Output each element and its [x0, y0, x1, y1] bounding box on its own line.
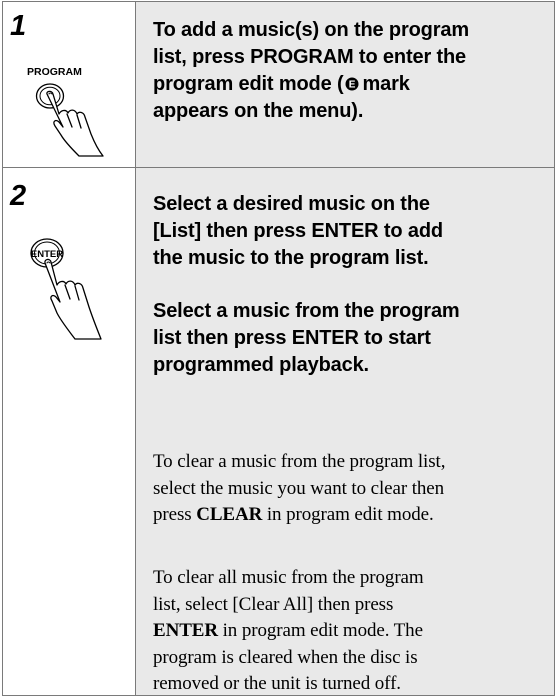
step-1-line-3b: mark — [362, 73, 410, 95]
note-clear-line-3: press CLEAR in program edit mode. — [153, 502, 445, 529]
step-1-line-1: To add a music(s) on the program — [153, 19, 469, 41]
instruction-table: 1 PROGRAM To add a music(s) on the progr… — [2, 1, 555, 696]
program-button-label: PROGRAM — [27, 66, 82, 78]
step-1-line-3: program edit mode ( Emark — [153, 71, 469, 98]
enter-button-label: ENTER — [31, 249, 63, 260]
program-mark-letter: E — [348, 80, 355, 91]
step-2a-line-2: [List] then press ENTER to add — [153, 220, 443, 242]
step-2a-line-3: the music to the program list. — [153, 247, 429, 269]
note-clear-all-line-4: program is cleared when the disc is — [153, 646, 418, 668]
step-2b-line-2: list then press ENTER to start — [153, 327, 431, 349]
hand-pressing-icon — [46, 90, 104, 157]
step-2a-line-1: Select a desired music on the — [153, 193, 430, 215]
step-1-line-3a: program edit mode ( — [153, 73, 344, 95]
row-divider — [3, 167, 554, 168]
step-1-number: 1 — [10, 10, 27, 42]
step-2-instruction-b: Select a music from the program list the… — [153, 298, 460, 379]
program-mark-icon: E — [345, 77, 358, 91]
clear-key-label: CLEAR — [196, 504, 263, 525]
hand-pressing-icon — [44, 258, 102, 340]
note-clear-all-line-5: removed or the unit is turned off. — [153, 673, 401, 694]
step-2-instruction-a: Select a desired music on the [List] the… — [153, 191, 443, 272]
step-2b-line-3: programmed playback. — [153, 354, 369, 376]
note-clear-line-3a: press — [153, 504, 197, 525]
step-1-instruction: To add a music(s) on the program list, p… — [153, 17, 469, 125]
column-divider — [135, 2, 136, 695]
program-button-illustration: PROGRAM — [27, 66, 104, 157]
note-clear-all-line-2: list, select [Clear All] then press — [153, 593, 394, 615]
step-2b-line-1: Select a music from the program — [153, 300, 460, 322]
note-clear: To clear a music from the program list, … — [153, 449, 445, 529]
step-1-line-4: appears on the menu). — [153, 100, 364, 122]
note-clear-line-2: select the music you want to clear then — [153, 477, 445, 499]
note-clear-all-line-3: ENTER in program edit mode. The — [153, 618, 424, 645]
note-clear-all-line-1: To clear all music from the program — [153, 567, 424, 588]
enter-button-illustration: ENTER — [30, 238, 102, 340]
enter-key-label: ENTER — [153, 620, 218, 641]
note-clear-line-1: To clear a music from the program list, — [153, 451, 446, 472]
step-1-line-2: list, press PROGRAM to enter the — [153, 46, 467, 68]
note-clear-all: To clear all music from the program list… — [153, 565, 424, 698]
note-clear-all-line-3b: in program edit mode. The — [217, 620, 423, 641]
step-2-number: 2 — [10, 180, 27, 212]
note-clear-line-3b: in program edit mode. — [262, 504, 434, 525]
